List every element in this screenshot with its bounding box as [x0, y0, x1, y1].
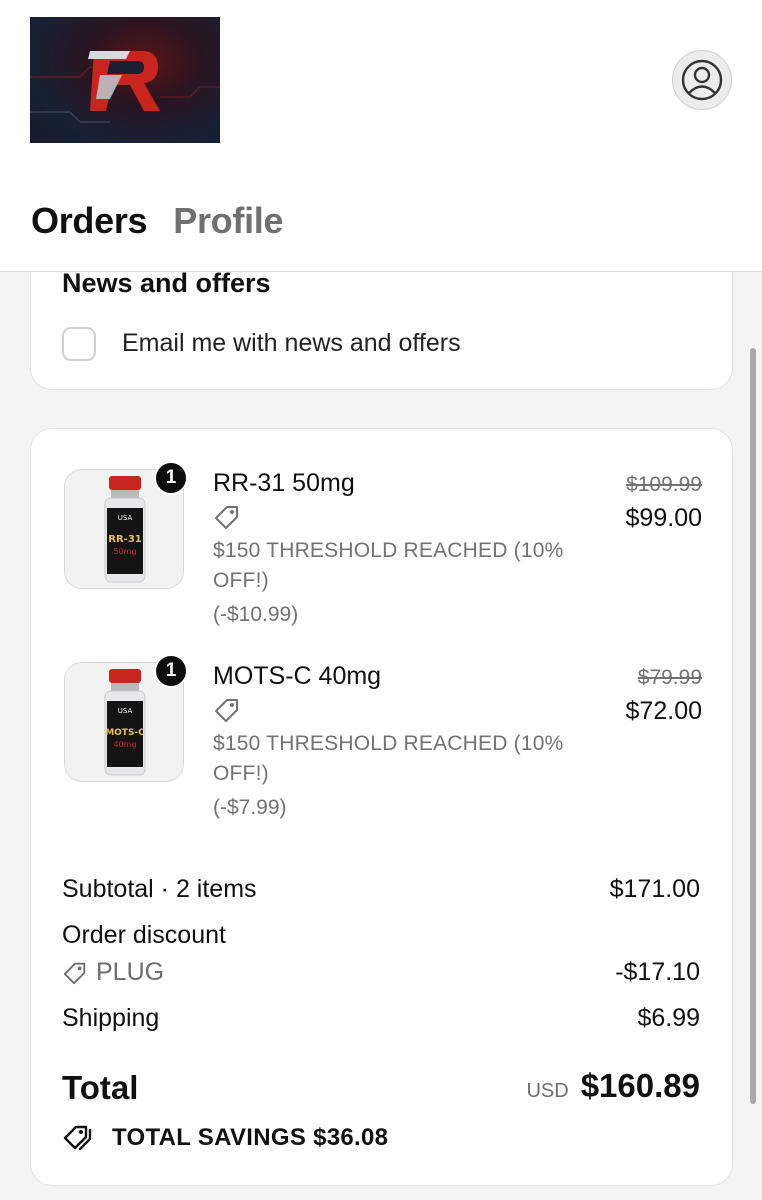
- original-price: $79.99: [637, 666, 702, 689]
- total-value: $160.89: [580, 1067, 700, 1104]
- vial-brand: USA: [118, 707, 133, 715]
- total-savings: TOTAL SAVINGS $36.08: [62, 1123, 388, 1153]
- discount-value: -$17.10: [615, 958, 700, 986]
- news-section-title: News and offers: [62, 268, 271, 298]
- line-item: USA MOTS-C 40mg 1 MOTS-C 40mg $150 THRES…: [31, 622, 734, 819]
- vial-brand: USA: [118, 514, 133, 522]
- page-scrollbar[interactable]: [750, 348, 756, 1104]
- tab-profile[interactable]: Profile: [173, 200, 283, 242]
- vial-dose: 40mg: [113, 740, 136, 749]
- discount-tag-icon: [215, 699, 238, 722]
- store-logo[interactable]: [30, 17, 220, 143]
- vial-dose: 50mg: [113, 547, 136, 556]
- discount-amount: (-$7.99): [213, 796, 287, 819]
- discount-tag-icon: [215, 506, 238, 529]
- shipping-label: Shipping: [62, 1004, 160, 1032]
- item-price: $99.00: [625, 504, 702, 532]
- account-tabs: Orders Profile: [31, 200, 284, 242]
- discount-name: $150 THRESHOLD REACHED (10% OFF!): [213, 539, 564, 592]
- shipping-value: $6.99: [637, 1004, 700, 1032]
- account-button[interactable]: [672, 50, 732, 110]
- item-name: MOTS-C 40mg: [213, 662, 382, 690]
- discount-code-row: PLUG -$17.10: [62, 958, 700, 987]
- discount-name: $150 THRESHOLD REACHED (10% OFF!): [213, 732, 564, 785]
- order-discount-label: Order discount: [62, 921, 226, 949]
- order-discount-row: Order discount: [62, 921, 700, 950]
- header: Orders Profile: [0, 0, 762, 272]
- item-price: $72.00: [625, 697, 702, 725]
- currency-code: USD: [526, 1080, 569, 1102]
- total-label: Total: [62, 1069, 139, 1106]
- savings-text: TOTAL SAVINGS $36.08: [112, 1124, 389, 1151]
- logo-r-mark: [30, 51, 220, 123]
- quantity-badge: 1: [154, 654, 188, 688]
- savings-tags-icon: [63, 1125, 92, 1151]
- email-news-checkbox[interactable]: [62, 327, 96, 361]
- user-icon: [681, 59, 723, 101]
- email-news-label[interactable]: Email me with news and offers: [122, 329, 461, 358]
- item-name: RR-31 50mg: [213, 469, 355, 497]
- subtotal-value: $171.00: [609, 875, 700, 903]
- line-item: USA RR-31 50mg 1 RR-31 50mg $150 THRESHO…: [31, 429, 734, 626]
- shipping-row: Shipping $6.99: [62, 1004, 700, 1033]
- vial-label: RR-31: [108, 534, 142, 545]
- discount-tag-icon: [63, 962, 86, 984]
- discount-code: PLUG: [62, 958, 700, 987]
- discount-code-text: PLUG: [96, 958, 165, 986]
- total-amount: USD $160.89: [526, 1067, 700, 1105]
- quantity-badge: 1: [154, 461, 188, 495]
- tab-orders[interactable]: Orders: [31, 200, 148, 242]
- subtotal-label: Subtotal · 2 items: [62, 875, 257, 903]
- original-price: $109.99: [626, 473, 702, 496]
- subtotal-row: Subtotal · 2 items $171.00: [62, 875, 700, 904]
- vial-label: MOTS-C: [105, 728, 145, 738]
- order-summary-card: USA RR-31 50mg 1 RR-31 50mg $150 THRESHO…: [30, 428, 733, 1186]
